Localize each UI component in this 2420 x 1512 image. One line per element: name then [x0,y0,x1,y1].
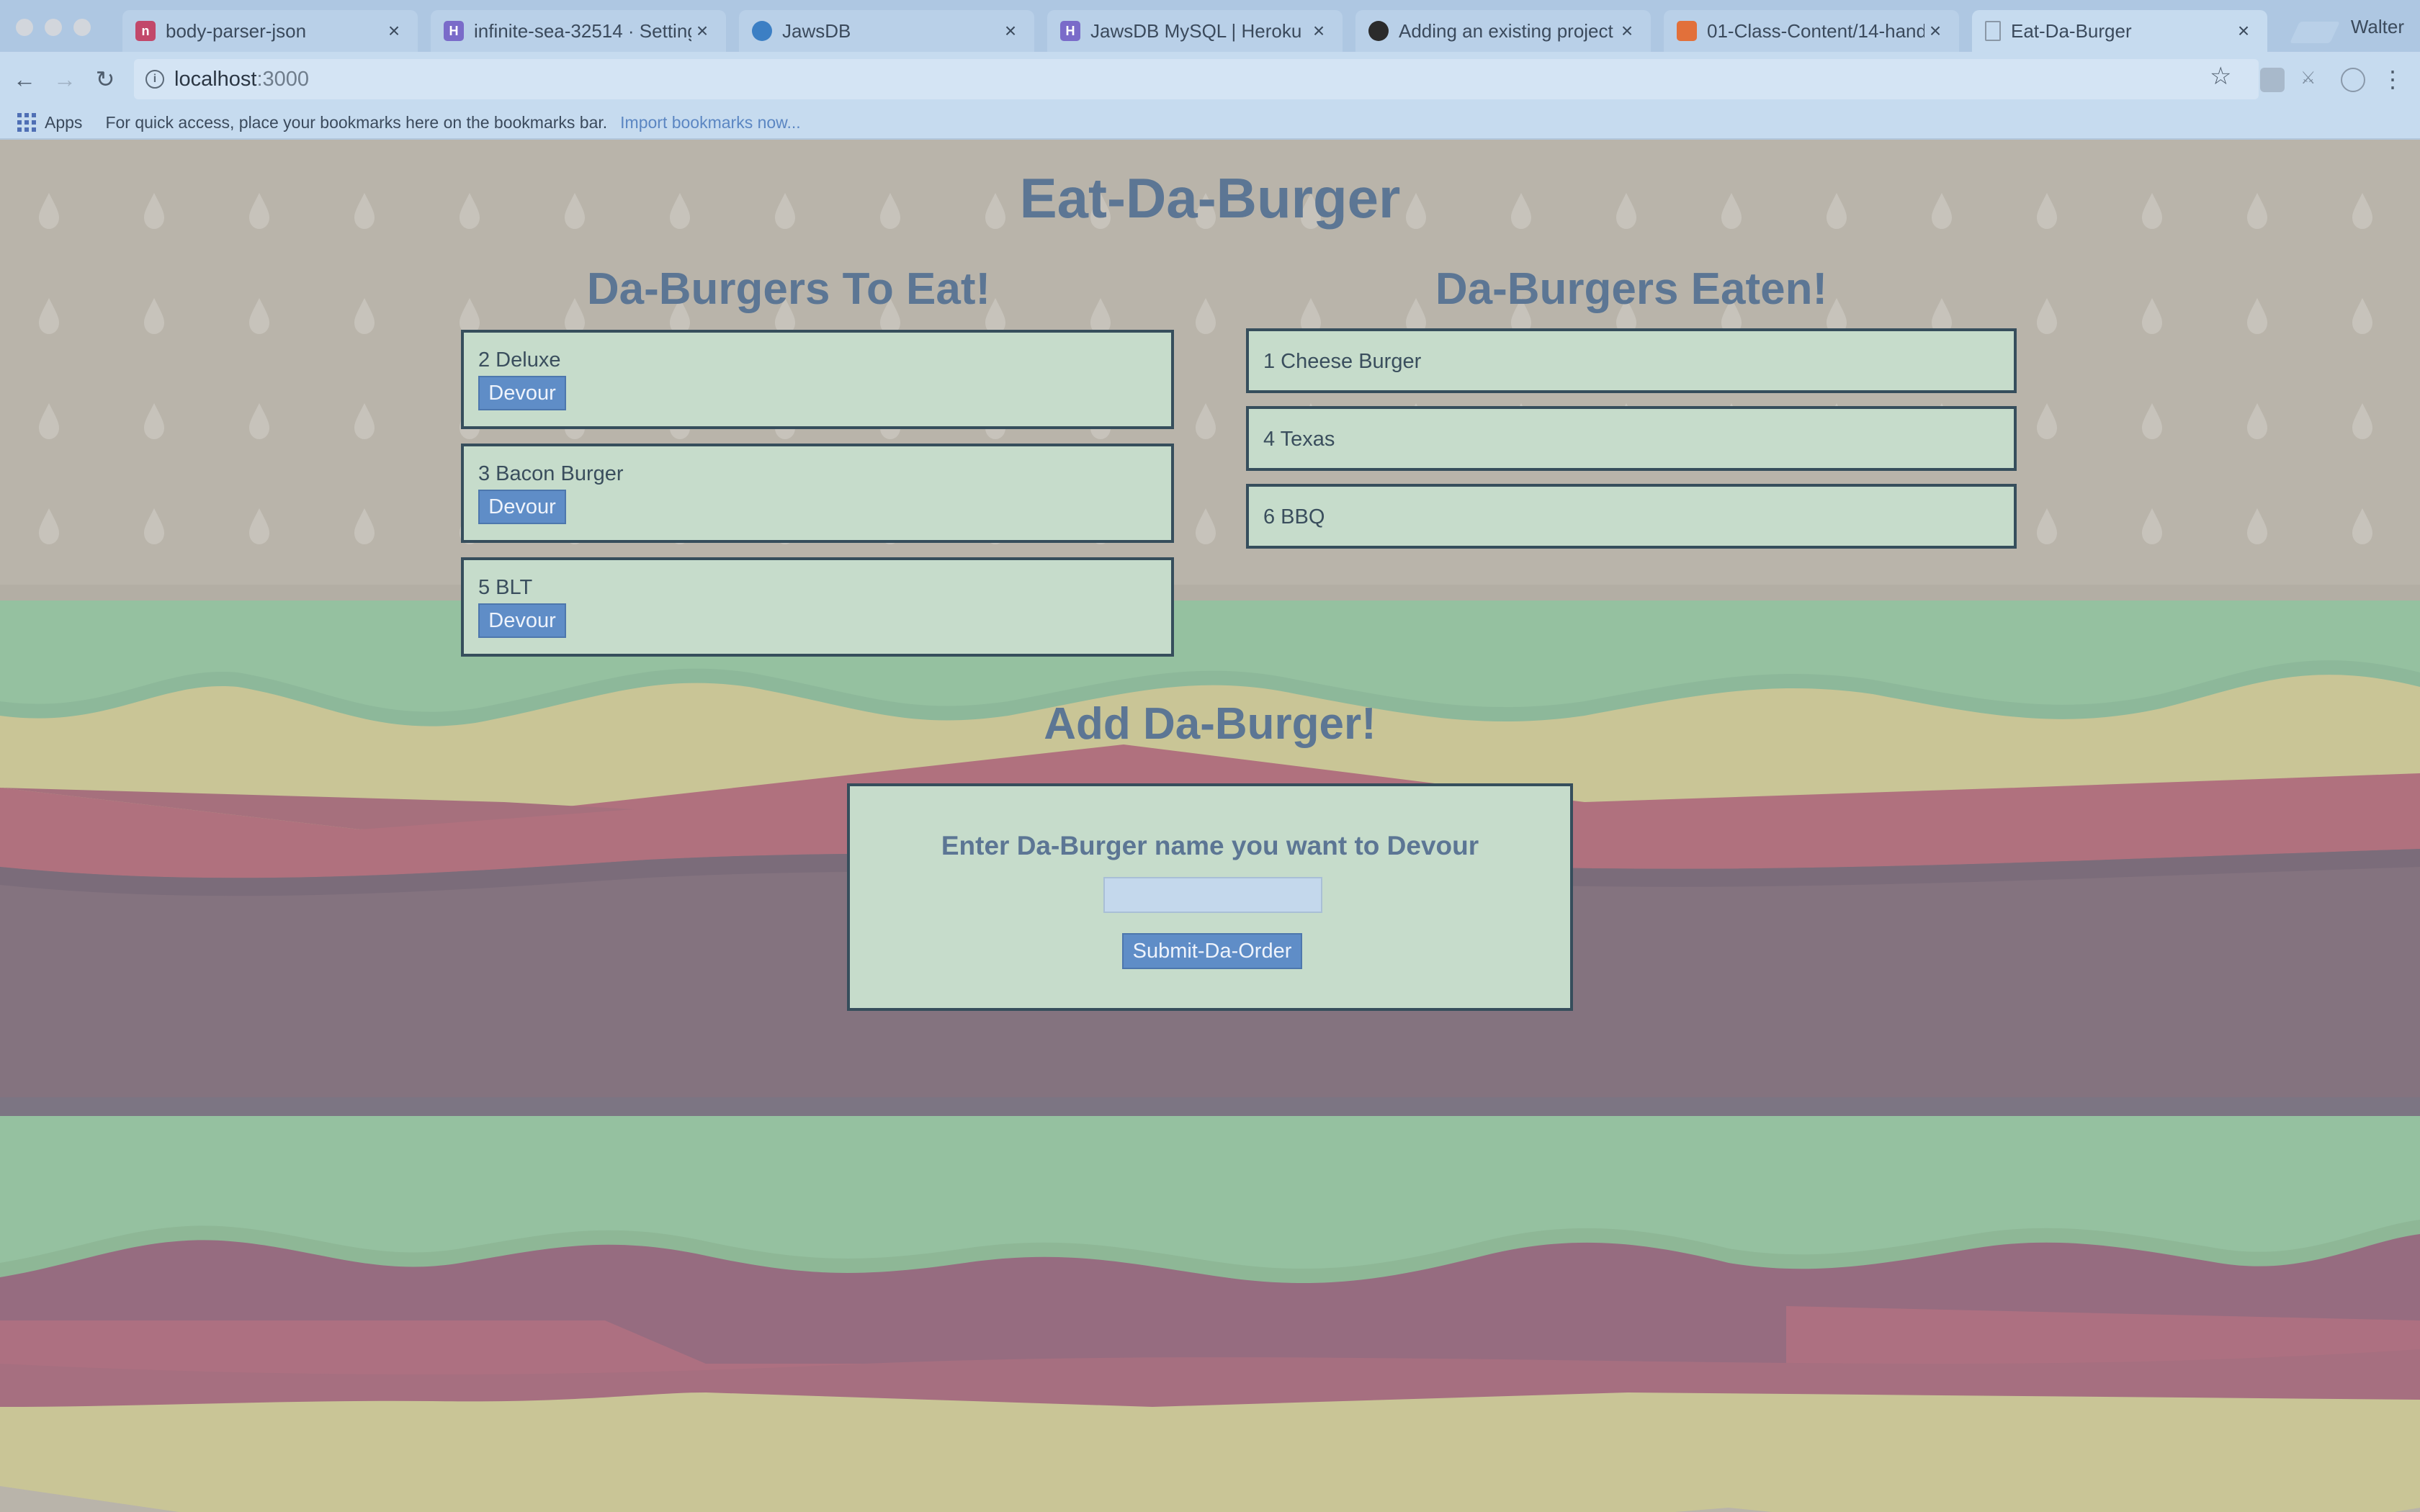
import-bookmarks-link[interactable]: Import bookmarks now... [620,113,801,132]
tab-close-icon[interactable]: × [1616,19,1638,42]
burger-card-to-eat: 5 BLT Devour [461,557,1174,657]
window-zoom-button[interactable] [73,19,91,36]
tab-jawsdb[interactable]: JawsDB × [739,10,1034,52]
burger-card-eaten: 1 Cheese Burger [1246,328,2017,393]
gitlab-icon [1677,21,1697,41]
tab-title: JawsDB MySQL | Heroku De [1090,19,1308,42]
site-info-icon[interactable]: i [145,70,164,89]
tab-close-icon[interactable]: × [1000,19,1021,42]
tab-close-icon[interactable]: × [691,19,713,42]
document-icon [1985,21,2001,41]
burger-name-input[interactable] [1103,877,1322,913]
tab-github-adding-project[interactable]: Adding an existing project to × [1355,10,1651,52]
add-burger-prompt: Enter Da-Burger name you want to Devour [941,831,1479,860]
profile-name[interactable]: Walter [2351,16,2404,38]
eaten-heading: Da-Burgers Eaten! [1435,264,1828,314]
burger-card-to-eat: 2 Deluxe Devour [461,330,1174,429]
apps-grid-icon[interactable] [17,113,36,132]
tab-infinite-sea[interactable]: H infinite-sea-32514 · Setting × [431,10,726,52]
burger-name: 3 Bacon Burger [478,462,624,485]
burger-name: 4 Texas [1263,428,1335,451]
burger-card-to-eat: 3 Bacon Burger Devour [461,444,1174,543]
tab-strip: n body-parser-json × H infinite-sea-3251… [0,0,2420,52]
address-bar[interactable]: i localhost:3000 [134,59,2259,99]
extension-icon[interactable] [2260,68,2285,92]
burger-name: 1 Cheese Burger [1263,350,1422,373]
window-close-button[interactable] [16,19,33,36]
window-minimize-button[interactable] [45,19,62,36]
tab-close-icon[interactable]: × [1924,19,1946,42]
browser-menu-icon[interactable]: ⋮ [2377,63,2408,95]
burger-card-eaten: 6 BBQ [1246,484,2017,549]
to-eat-heading: Da-Burgers To Eat! [586,264,991,314]
burger-card-eaten: 4 Texas [1246,406,2017,471]
back-arrow-icon[interactable]: ← [9,63,40,95]
burger-name: 5 BLT [478,576,533,599]
tab-close-icon[interactable]: × [2233,19,2254,42]
tab-gitlab-class-content[interactable]: 01-Class-Content/14-handle × [1664,10,1959,52]
page-title: Eat-Da-Burger [1019,166,1401,230]
npm-icon: n [135,21,156,41]
address-host: localhost [174,67,257,91]
burger-name: 6 BBQ [1263,505,1325,528]
browser-toolbar: ← → ↻ i localhost:3000 ☆ ⚔ ⋮ [0,52,2420,107]
tab-title: JawsDB [782,19,851,42]
lower-cheese-layer [0,1392,2420,1512]
tab-jawsdb-heroku[interactable]: H JawsDB MySQL | Heroku De × [1047,10,1343,52]
burger-name: 2 Deluxe [478,348,561,372]
add-burger-heading: Add Da-Burger! [1044,699,1376,749]
bookmarks-hint: For quick access, place your bookmarks h… [105,112,608,132]
submit-order-button[interactable]: Submit-Da-Order [1122,933,1302,969]
reload-icon[interactable]: ↻ [89,63,121,95]
extension-icon[interactable]: ⚔ [2300,68,2325,92]
devour-button[interactable]: Devour [478,376,566,410]
tab-title: body-parser-json [166,19,307,42]
heroku-icon: H [1060,21,1080,41]
jawsdb-icon [752,21,772,41]
extension-icon[interactable] [2341,68,2365,92]
github-icon [1368,21,1389,41]
tab-body-parser-json[interactable]: n body-parser-json × [122,10,418,52]
tab-close-icon[interactable]: × [1308,19,1330,42]
tab-title: Eat-Da-Burger [2011,19,2132,42]
page-viewport: Eat-Da-Burger Da-Burgers To Eat! 2 Delux… [0,140,2420,1512]
tab-title: 01-Class-Content/14-handle [1707,19,1924,42]
new-tab-button[interactable] [2290,22,2340,43]
tab-eat-da-burger[interactable]: Eat-Da-Burger × [1972,10,2267,52]
tab-close-icon[interactable]: × [383,19,405,42]
tab-title: Adding an existing project to [1399,19,1616,42]
devour-button[interactable]: Devour [478,490,566,524]
tab-title: infinite-sea-32514 · Setting [474,19,691,42]
bookmarks-bar: Apps For quick access, place your bookma… [0,107,2420,140]
forward-arrow-icon[interactable]: → [49,63,81,95]
address-port: :3000 [256,67,310,91]
add-burger-form: Enter Da-Burger name you want to Devour … [847,783,1573,1011]
bookmark-star-icon[interactable]: ☆ [2210,62,2231,91]
apps-link[interactable]: Apps [45,113,82,132]
devour-button[interactable]: Devour [478,603,566,638]
heroku-icon: H [444,21,464,41]
